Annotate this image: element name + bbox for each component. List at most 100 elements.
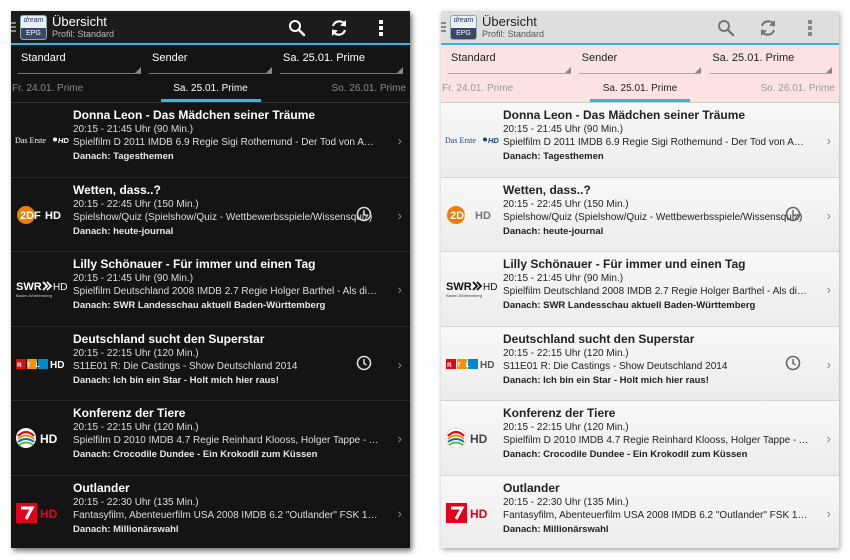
group-spinner[interactable]: Standard xyxy=(448,49,571,77)
program-next: Danach: SWR Landesschau aktuell Baden-Wü… xyxy=(73,300,326,312)
program-row[interactable]: RTL HD Deutschland sucht den Superstar 20… xyxy=(441,326,839,401)
program-row[interactable]: SWR HD Baden-Württemberg Lilly Schönauer -… xyxy=(441,252,839,327)
alarm-clock-icon[interactable] xyxy=(785,355,801,371)
program-row[interactable]: SWR HD Baden-Württemberg Lilly Schönauer -… xyxy=(11,252,410,327)
program-row[interactable]: HD Outlander 20:15 - 22:30 Uhr (135 Min.… xyxy=(441,475,839,549)
program-next: Danach: SWR Landesschau aktuell Baden-Wü… xyxy=(503,300,756,312)
logo-rtl-text: RTL xyxy=(447,362,475,369)
channel-logo-swr: SWR HD Baden-Württemberg xyxy=(444,252,500,326)
program-title: Donna Leon - Das Mädchen seiner Träume xyxy=(73,108,316,122)
logo-hd-text: HD xyxy=(40,507,58,521)
program-time: 20:15 - 22:15 Uhr (120 Min.) xyxy=(73,347,199,359)
app-logo[interactable]: dream EPG xyxy=(20,14,47,40)
sort-spinner[interactable]: Sender xyxy=(578,49,702,77)
search-button[interactable] xyxy=(705,11,747,45)
program-title: Wetten, dass..? xyxy=(503,182,591,197)
page-title: Übersicht xyxy=(482,14,537,29)
drawer-indicator-icon[interactable] xyxy=(441,22,446,32)
program-time: 20:15 - 22:30 Uhr (135 Min.) xyxy=(503,496,629,508)
chevron-right-icon: › xyxy=(826,207,831,223)
overflow-menu-icon xyxy=(808,20,812,36)
tab-next-day[interactable]: So. 26.01. Prime xyxy=(761,83,835,94)
program-time: 20:15 - 21:45 Uhr (90 Min.) xyxy=(73,124,194,136)
chevron-right-icon: › xyxy=(826,431,831,446)
program-title: Outlander xyxy=(503,480,560,495)
logo-hd-text: HD xyxy=(53,282,67,293)
logo-daserste-text: Das Erste xyxy=(15,136,46,145)
spinner-arrow-icon xyxy=(695,67,702,73)
logo-hd-text: HD xyxy=(40,432,58,446)
tab-next-day[interactable]: So. 26.01. Prime xyxy=(332,83,406,94)
date-tabs: Fr. 24.01. Prime Sa. 25.01. Prime So. 26… xyxy=(11,77,410,103)
logo-rtl-text: RTL xyxy=(17,362,45,369)
logo-swr-sub: Baden-Württemberg xyxy=(16,293,52,298)
program-next: Danach: Millionärswahl xyxy=(73,523,179,535)
overflow-menu-button[interactable] xyxy=(360,11,402,45)
program-description: Spielfilm D 2011 IMDB 6.9 Regie Sigi Rot… xyxy=(503,137,809,149)
program-description: Spielfilm Deutschland 2008 IMDB 2.7 Regi… xyxy=(73,286,380,298)
date-spinner[interactable]: Sa. 25.01. Prime xyxy=(709,49,833,77)
refresh-button[interactable] xyxy=(747,11,789,45)
logo-hd-text: HD xyxy=(50,360,64,371)
program-time: 20:15 - 22:15 Uhr (120 Min.) xyxy=(503,422,629,434)
program-next: Danach: Crocodile Dundee - Ein Krokodil … xyxy=(503,449,748,461)
channel-logo-rtl: RTL HD xyxy=(14,327,70,401)
spinner-arrow-icon xyxy=(564,67,571,73)
chevron-right-icon: › xyxy=(397,431,402,446)
program-description: Fantasyfilm, Abenteuerfilm USA 2008 IMDB… xyxy=(73,509,380,521)
drawer-indicator-icon[interactable] xyxy=(11,22,16,32)
channel-logo-rtl: RTL HD xyxy=(444,327,500,401)
alarm-clock-icon[interactable] xyxy=(785,206,801,222)
channel-logo-sat1: HD xyxy=(14,401,70,475)
chevron-right-icon: › xyxy=(397,505,402,521)
program-title: Konferenz der Tiere xyxy=(73,406,186,420)
group-spinner-value: Standard xyxy=(451,52,496,64)
profile-subtitle: Profil: Standard xyxy=(52,29,115,39)
refresh-button[interactable] xyxy=(318,11,360,45)
app-logo[interactable]: dream EPG xyxy=(450,14,477,40)
program-next: Danach: Tagesthemen xyxy=(73,151,174,163)
program-row[interactable]: Das Erste HD Donna Leon - Das Mädchen sei… xyxy=(441,103,839,178)
sort-spinner[interactable]: Sender xyxy=(149,49,272,77)
program-list: Das Erste HD Donna Leon - Das Mädchen sei… xyxy=(441,103,839,548)
chevron-right-icon: › xyxy=(826,282,831,297)
program-row[interactable]: 2DF HD Wetten, dass..? 20:15 - 22:45 Uhr … xyxy=(441,177,839,252)
program-row[interactable]: HD Outlander 20:15 - 22:30 Uhr (135 Min.… xyxy=(11,476,410,549)
program-description: Spielfilm D 2011 IMDB 6.9 Regie Sigi Rot… xyxy=(73,137,380,149)
program-row[interactable]: HD Konferenz der Tiere 20:15 - 22:15 Uhr… xyxy=(441,401,839,476)
app-logo-bottom: EPG xyxy=(451,27,476,39)
channel-logo-pro7: HD xyxy=(14,476,70,549)
logo-zdf-text: 2DF xyxy=(20,210,41,222)
program-time: 20:15 - 21:45 Uhr (90 Min.) xyxy=(73,273,194,285)
alarm-clock-icon[interactable] xyxy=(356,355,372,371)
program-time: 20:15 - 22:45 Uhr (150 Min.) xyxy=(503,198,629,210)
program-row[interactable]: Das Erste HD Donna Leon - Das Mädchen sei… xyxy=(11,103,410,178)
dark-theme-screen: dream EPG Übersicht Profil: Standard Sta… xyxy=(11,11,410,548)
alarm-clock-icon[interactable] xyxy=(356,206,372,222)
title-block: Übersicht Profil: Standard xyxy=(52,15,114,39)
group-spinner[interactable]: Standard xyxy=(18,49,141,77)
program-title: Lilly Schönauer - Für immer und einen Ta… xyxy=(503,257,746,271)
program-row[interactable]: HD Konferenz der Tiere 20:15 - 22:15 Uhr… xyxy=(11,401,410,476)
program-description: Spielfilm D 2010 IMDB 4.7 Regie Reinhard… xyxy=(73,435,380,447)
filter-row: Standard Sender Sa. 25.01. Prime xyxy=(441,45,839,77)
page-title: Übersicht xyxy=(52,14,107,29)
logo-swr-sub: Baden-Württemberg xyxy=(446,293,482,298)
program-description: Spielshow/Quiz (Spielshow/Quiz - Wettbew… xyxy=(503,211,803,223)
program-time: 20:15 - 22:15 Uhr (120 Min.) xyxy=(503,347,629,359)
channel-logo-daserste: Das Erste HD xyxy=(444,103,500,177)
program-next: Danach: heute-journal xyxy=(503,225,604,237)
chevron-right-icon: › xyxy=(397,133,402,148)
search-button[interactable] xyxy=(276,11,318,45)
logo-hd-text: HD xyxy=(45,210,61,222)
channel-logo-pro7: HD xyxy=(444,476,500,549)
program-row[interactable]: RTL HD Deutschland sucht den Superstar 20… xyxy=(11,327,410,401)
date-spinner[interactable]: Sa. 25.01. Prime xyxy=(280,49,403,77)
program-time: 20:15 - 21:45 Uhr (90 Min.) xyxy=(503,273,624,285)
program-title: Donna Leon - Das Mädchen seiner Träume xyxy=(503,108,746,122)
logo-hd-text: HD xyxy=(483,282,497,293)
action-bar: dream EPG Übersicht Profil: Standard xyxy=(11,11,410,45)
app-logo-top: dream xyxy=(453,16,474,24)
program-row[interactable]: 2DF HD Wetten, dass..? 20:15 - 22:45 Uhr … xyxy=(11,178,410,252)
overflow-menu-button[interactable] xyxy=(789,11,831,45)
